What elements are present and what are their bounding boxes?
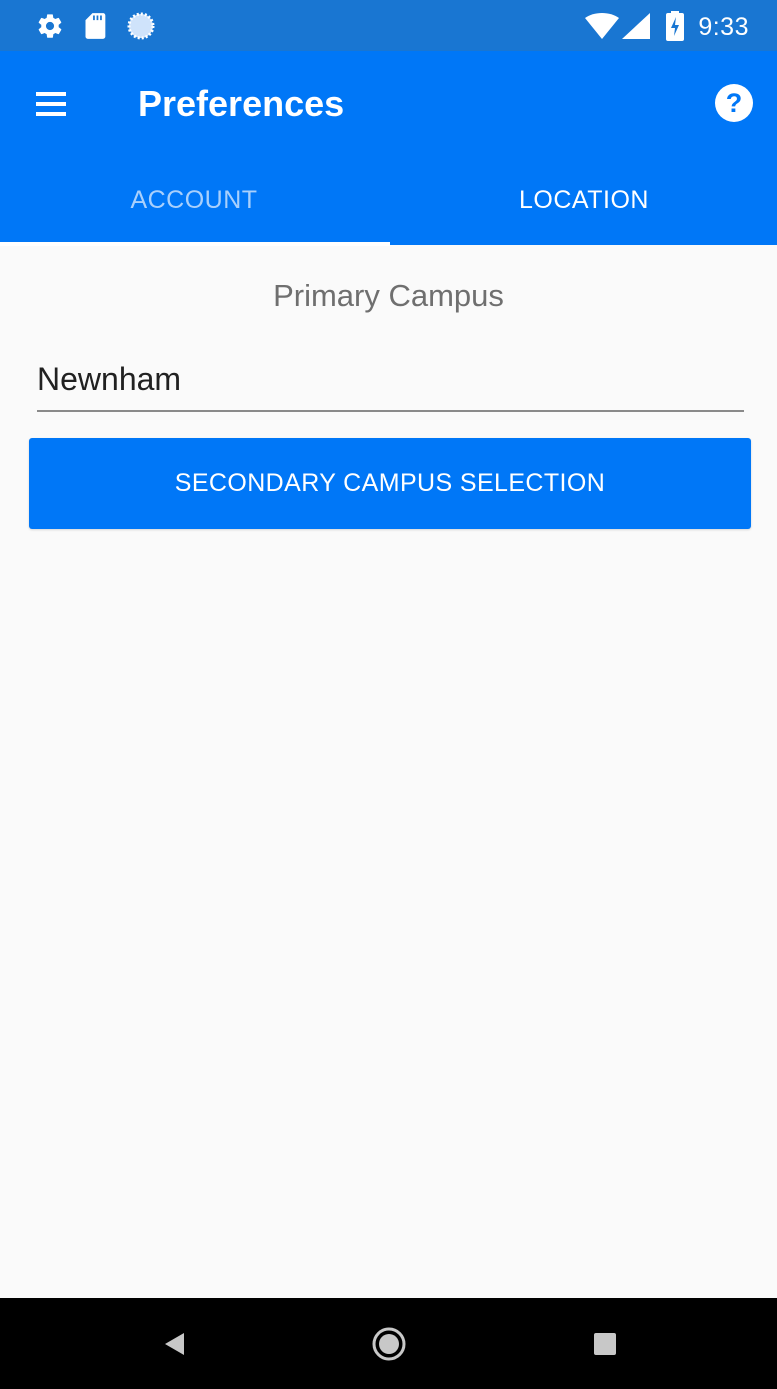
- hamburger-menu-icon: [26, 92, 72, 131]
- app-bar: Preferences ?: [0, 51, 777, 155]
- help-button[interactable]: ?: [713, 82, 755, 124]
- sd-card-icon: [83, 12, 109, 45]
- tab-bar: ACCOUNT LOCATION: [0, 155, 777, 246]
- recents-icon: [582, 1333, 628, 1371]
- secondary-campus-selection-button[interactable]: SECONDARY CAMPUS SELECTION: [29, 438, 751, 529]
- gear-icon: [36, 12, 64, 45]
- recents-button[interactable]: [582, 1321, 628, 1367]
- primary-campus-value: Newnham: [37, 361, 182, 397]
- tab-location[interactable]: LOCATION: [390, 155, 777, 245]
- cellular-signal-icon: [622, 13, 650, 44]
- status-bar: 9:33: [0, 0, 777, 51]
- back-button[interactable]: [153, 1321, 199, 1367]
- menu-button[interactable]: [26, 81, 82, 127]
- primary-campus-picker[interactable]: Newnham: [37, 355, 744, 412]
- status-time: 9:33: [698, 13, 749, 41]
- wifi-icon: [585, 13, 619, 44]
- system-nav-bar: [0, 1298, 777, 1389]
- tab-selected-indicator: [0, 242, 390, 246]
- primary-campus-label: Primary Campus: [273, 278, 504, 313]
- tab-account[interactable]: ACCOUNT: [0, 155, 388, 245]
- home-button[interactable]: [366, 1321, 412, 1367]
- home-icon: [366, 1327, 412, 1371]
- screen: 9:33 Preferences ? ACCOUNT LOCATION Prim…: [0, 0, 777, 1389]
- back-icon: [153, 1333, 199, 1371]
- help-question-icon: ?: [713, 84, 755, 128]
- svg-text:?: ?: [726, 88, 743, 118]
- page-title: Preferences: [138, 83, 345, 124]
- sync-progress-icon: [127, 12, 155, 45]
- battery-charging-icon: [666, 11, 684, 46]
